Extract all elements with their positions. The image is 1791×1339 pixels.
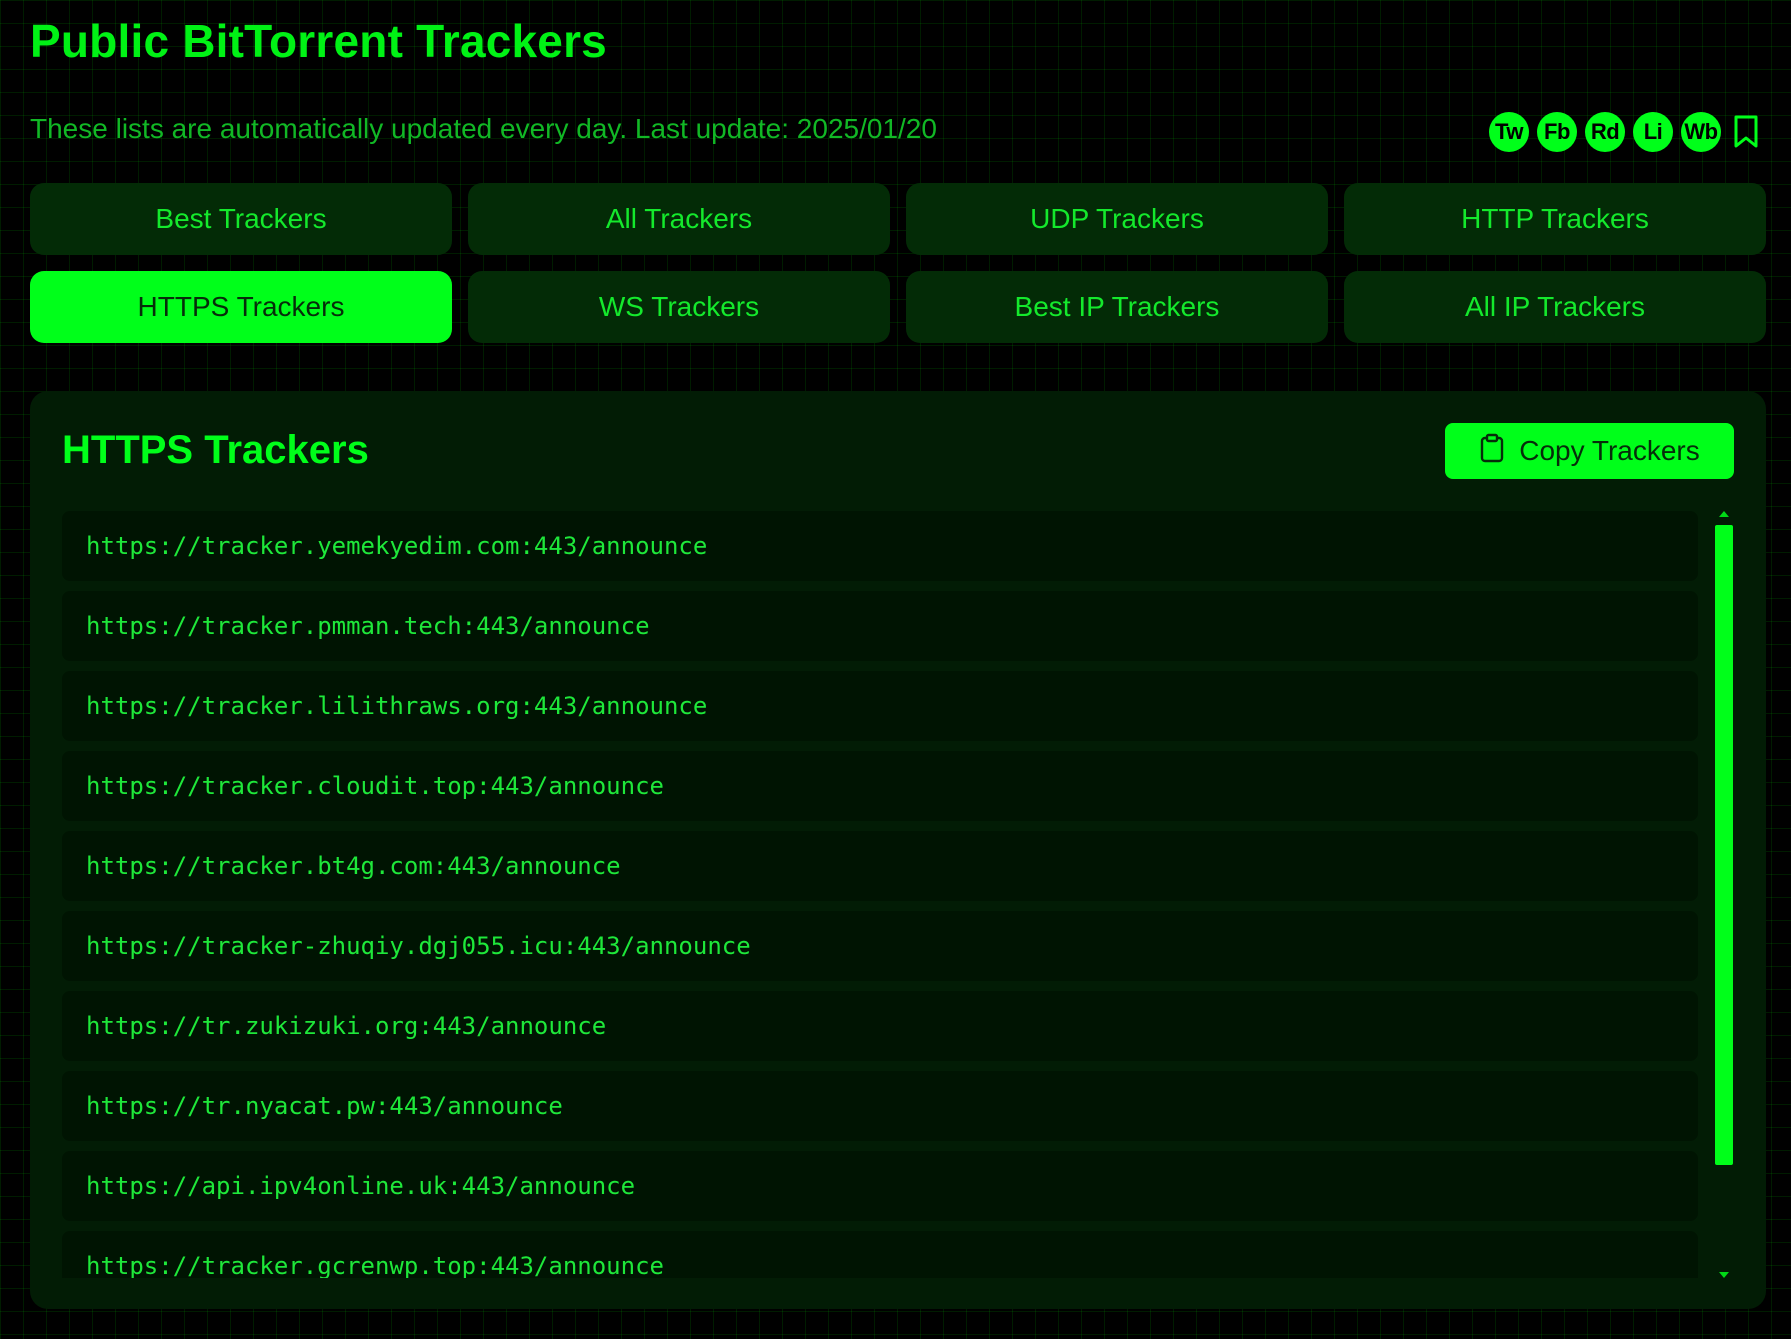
tracker-row: https://tracker.bt4g.com:443/announce [62, 831, 1698, 901]
tracker-row: https://tr.zukizuki.org:443/announce [62, 991, 1698, 1061]
tracker-panel: HTTPS Trackers Copy Trackers https://tra… [30, 391, 1766, 1309]
scroll-down-arrow-icon[interactable] [1719, 1272, 1729, 1278]
tracker-list-scrollbar[interactable] [1714, 511, 1734, 1278]
facebook-icon[interactable]: Fb [1537, 112, 1577, 152]
tab-https-trackers[interactable]: HTTPS Trackers [30, 271, 452, 343]
copy-trackers-button[interactable]: Copy Trackers [1445, 423, 1734, 479]
tracker-list[interactable]: https://tracker.yemekyedim.com:443/annou… [62, 511, 1698, 1278]
tracker-row: https://tracker.yemekyedim.com:443/annou… [62, 511, 1698, 581]
tracker-row: https://tracker.gcrenwp.top:443/announce [62, 1231, 1698, 1278]
tab-best-ip-trackers[interactable]: Best IP Trackers [906, 271, 1328, 343]
tracker-row: https://tracker.pmman.tech:443/announce [62, 591, 1698, 661]
tracker-row: https://tracker.lilithraws.org:443/annou… [62, 671, 1698, 741]
tracker-tabs: Best Trackers All Trackers UDP Trackers … [30, 183, 1766, 343]
tracker-row: https://tracker.cloudit.top:443/announce [62, 751, 1698, 821]
bookmark-icon[interactable] [1729, 112, 1763, 152]
scroll-up-arrow-icon[interactable] [1719, 511, 1729, 517]
tracker-row: https://tracker-zhuqiy.dgj055.icu:443/an… [62, 911, 1698, 981]
tab-all-trackers[interactable]: All Trackers [468, 183, 890, 255]
tab-udp-trackers[interactable]: UDP Trackers [906, 183, 1328, 255]
update-notice: These lists are automatically updated ev… [30, 113, 937, 144]
reddit-icon[interactable]: Rd [1585, 112, 1625, 152]
tracker-row: https://api.ipv4online.uk:443/announce [62, 1151, 1698, 1221]
twitter-icon[interactable]: Tw [1489, 112, 1529, 152]
tab-http-trackers[interactable]: HTTP Trackers [1344, 183, 1766, 255]
scrollbar-thumb[interactable] [1715, 525, 1733, 1165]
tab-ws-trackers[interactable]: WS Trackers [468, 271, 890, 343]
page-title: Public BitTorrent Trackers [30, 15, 607, 67]
tab-all-ip-trackers[interactable]: All IP Trackers [1344, 271, 1766, 343]
share-icons: Tw Fb Rd Li Wb [1489, 112, 1763, 152]
weibo-icon[interactable]: Wb [1681, 112, 1721, 152]
tracker-row: https://tr.nyacat.pw:443/announce [62, 1071, 1698, 1141]
panel-title: HTTPS Trackers [62, 428, 369, 472]
tab-best-trackers[interactable]: Best Trackers [30, 183, 452, 255]
linkedin-icon[interactable]: Li [1633, 112, 1673, 152]
copy-button-label: Copy Trackers [1519, 435, 1700, 466]
clipboard-icon [1479, 433, 1505, 470]
